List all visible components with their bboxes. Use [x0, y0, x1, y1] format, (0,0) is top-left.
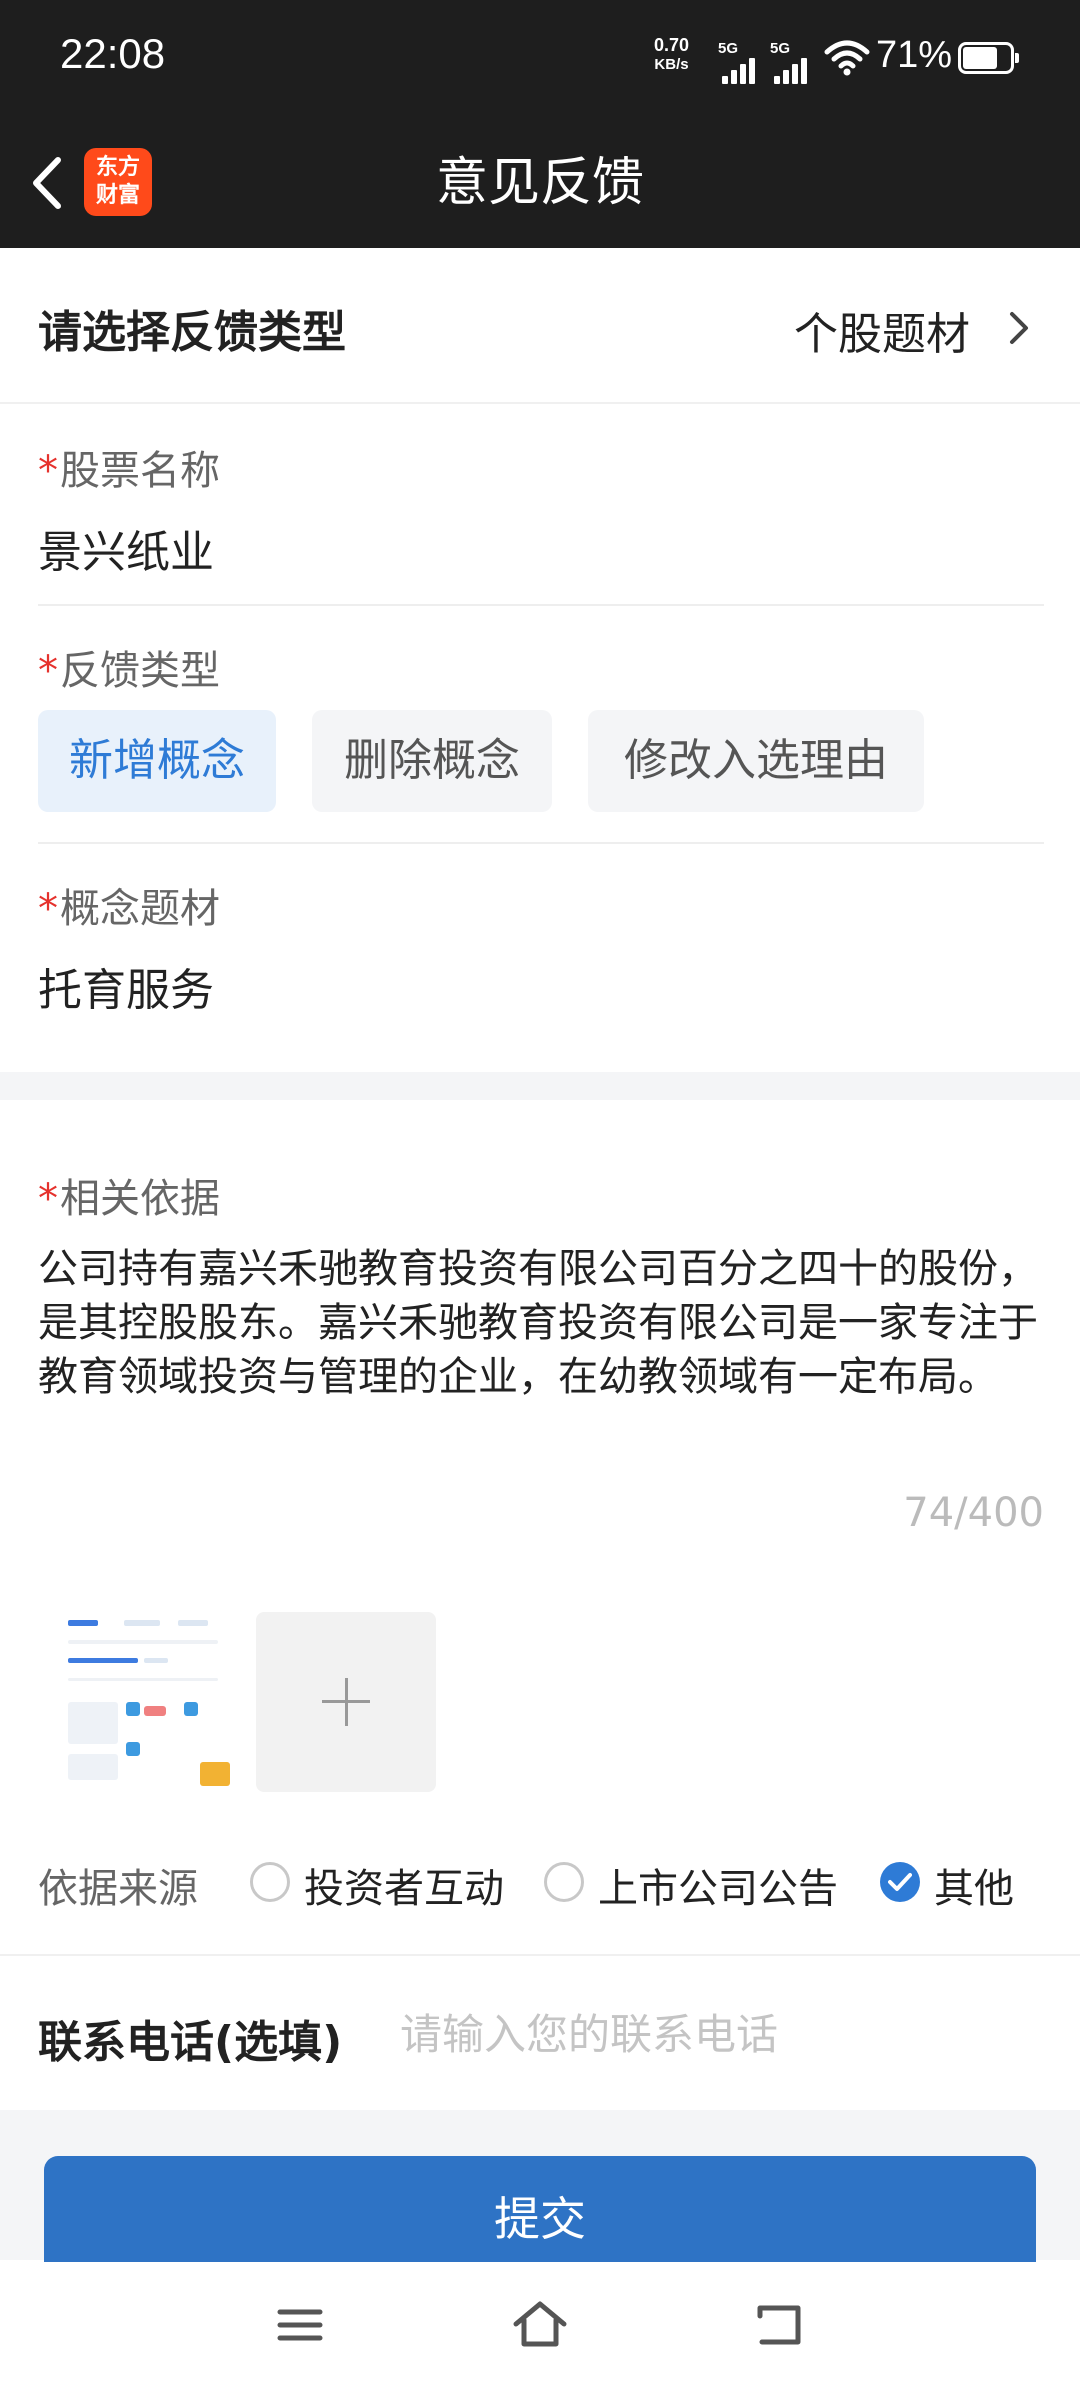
battery-percent: 71%: [876, 34, 953, 76]
network-speed: 0.70 KB/s: [654, 36, 689, 74]
concept-label: *概念题材: [38, 886, 220, 932]
system-nav-bar: [0, 2262, 1080, 2388]
status-time: 22:08: [60, 30, 166, 77]
radio-other-label[interactable]: 其他: [934, 1856, 1014, 1914]
tag-edit-reason[interactable]: 修改入选理由: [588, 710, 924, 812]
back-icon[interactable]: [750, 2298, 810, 2352]
stock-name-value[interactable]: 景兴纸业: [38, 516, 214, 580]
app-logo-line2: 财富: [95, 183, 140, 208]
char-counter: 74/400: [903, 1490, 1044, 1536]
feedback-type-selector[interactable]: 请选择反馈类型 个股题材: [0, 248, 1080, 404]
page-title: 意见反馈: [435, 153, 644, 213]
wifi-icon: [824, 40, 870, 76]
concept-value[interactable]: 托育服务: [38, 954, 214, 1018]
basis-source-label: 依据来源: [38, 1866, 198, 1912]
required-star: *: [38, 1176, 58, 1222]
required-star: *: [38, 648, 58, 694]
section-separator: [0, 1072, 1080, 1100]
basis-textarea[interactable]: 公司持有嘉兴禾驰教育投资有限公司百分之四十的股份，是其控股股东。嘉兴禾驰教育投资…: [38, 1242, 1048, 1404]
home-icon[interactable]: [510, 2298, 570, 2352]
chevron-right-icon[interactable]: [1004, 308, 1034, 348]
add-image-button[interactable]: [256, 1612, 436, 1792]
tag-delete-concept[interactable]: 删除概念: [312, 710, 552, 812]
network-speed-value: 0.70: [654, 35, 690, 55]
phone-input[interactable]: [400, 1994, 1040, 2074]
basis-label: *相关依据: [38, 1176, 220, 1222]
back-arrow-icon[interactable]: [22, 150, 72, 216]
phone-label: 联系电话(选填): [38, 2017, 343, 2068]
battery-icon: [958, 42, 1019, 74]
radio-company-announcement-label[interactable]: 上市公司公告: [598, 1856, 838, 1914]
status-bar: 22:08 0.70 KB/s 5G 5G 71%: [0, 0, 1080, 118]
radio-other[interactable]: [880, 1862, 920, 1902]
radio-investor-interaction-label[interactable]: 投资者互动: [304, 1856, 504, 1914]
phone-row: 联系电话(选填): [0, 1954, 1080, 2110]
network-speed-unit: KB/s: [654, 56, 689, 73]
feedback-type-label: 请选择反馈类型: [38, 307, 346, 358]
required-star: *: [38, 886, 58, 932]
app-logo: 东方 财富: [84, 148, 152, 216]
radio-investor-interaction[interactable]: [250, 1862, 290, 1902]
app-logo-line1: 东方: [95, 155, 140, 180]
divider: [38, 842, 1044, 844]
basis-source-group: 依据来源 投资者互动 上市公司公告 其他: [0, 1840, 1080, 1920]
tag-add-concept[interactable]: 新增概念: [38, 710, 276, 812]
checkmark-icon: [888, 1873, 912, 1891]
divider: [38, 604, 1044, 606]
required-star: *: [38, 448, 58, 494]
menu-icon[interactable]: [270, 2298, 330, 2352]
feedback-kind-label: *反馈类型: [38, 648, 220, 694]
stock-name-label: *股票名称: [38, 448, 220, 494]
radio-company-announcement[interactable]: [544, 1862, 584, 1902]
attachment-thumbnail[interactable]: [60, 1612, 240, 1792]
app-header: 意见反馈 东方 财富: [0, 118, 1080, 248]
feedback-type-value[interactable]: 个股题材: [794, 298, 970, 362]
